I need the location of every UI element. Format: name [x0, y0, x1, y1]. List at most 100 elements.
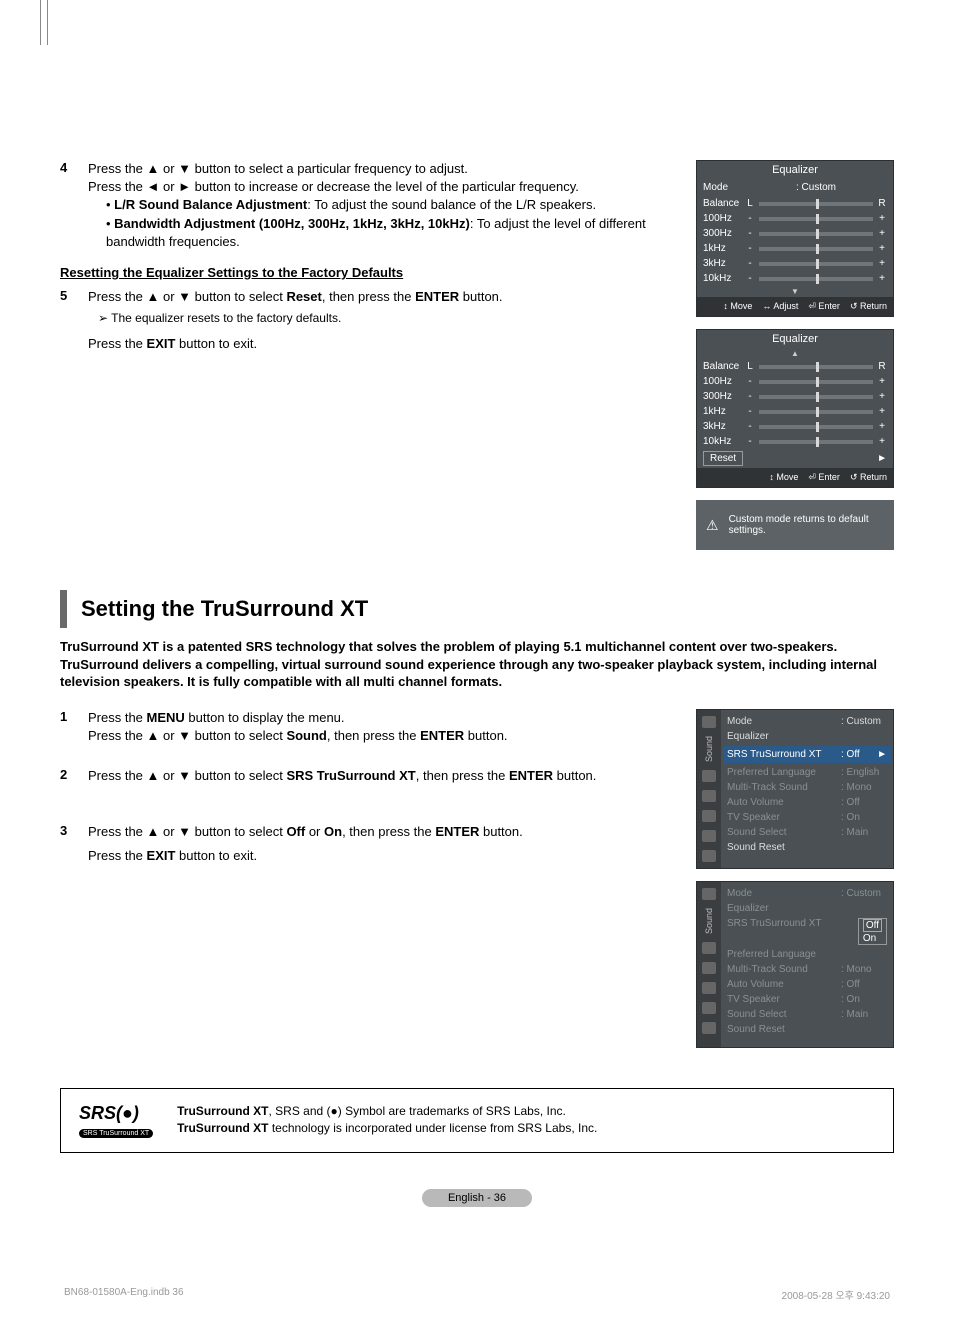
step-number: 1	[60, 709, 88, 745]
menu-item-label[interactable]: Mode	[727, 888, 841, 899]
menu-icon	[702, 1022, 716, 1034]
page-number-pill: English - 36	[422, 1189, 532, 1207]
osd-reset-button[interactable]: Reset	[703, 451, 743, 466]
bullet-bold: Bandwidth Adjustment (100Hz, 300Hz, 1kHz…	[114, 216, 470, 231]
menu-icon	[702, 942, 716, 954]
step-bold: ENTER	[435, 824, 479, 839]
menu-icon	[702, 810, 716, 822]
menu-item-value: : Mono	[841, 782, 887, 793]
menu-icon	[702, 962, 716, 974]
step-text: Press the ◄ or ► button to increase or d…	[88, 178, 676, 196]
step-bold: Sound	[286, 728, 326, 743]
menu-item-label[interactable]: SRS TruSurround XT	[727, 749, 841, 760]
step-text: button to exit.	[175, 848, 257, 863]
osd-slider[interactable]	[759, 395, 873, 399]
osd-row-left: -	[745, 243, 755, 254]
osd-row-right: +	[877, 391, 887, 402]
menu-icon	[702, 716, 716, 728]
menu-item-label[interactable]: Preferred Language	[727, 767, 841, 778]
menu-item-label[interactable]: TV Speaker	[727, 994, 841, 1005]
osd-footer-enter: ⏎ Enter	[808, 472, 840, 483]
osd-row-right: +	[877, 406, 887, 417]
menu-icon	[702, 888, 716, 900]
step-text: button.	[464, 728, 507, 743]
osd-slider[interactable]	[759, 232, 873, 236]
srs-text: technology is incorporated under license…	[268, 1121, 597, 1135]
osd-slider[interactable]	[759, 365, 873, 369]
warning-icon: ⚠	[706, 517, 719, 534]
step-text: Press the ▲ or ▼ button to select	[88, 768, 286, 783]
osd-slider[interactable]	[759, 202, 873, 206]
menu-icon	[702, 830, 716, 842]
menu-item-value: : English	[841, 767, 887, 778]
menu-item-label[interactable]: Preferred Language	[727, 949, 887, 960]
osd-row-right: +	[877, 228, 887, 239]
step-bold: MENU	[147, 710, 185, 725]
title-accent-bar	[60, 590, 67, 628]
page-crop-mark	[40, 0, 48, 45]
osd-sound-menu-1: Sound Mode: Custom Equalizer SRS TruSurr…	[696, 709, 894, 869]
step-text: , then press the	[322, 289, 415, 304]
menu-icon	[702, 982, 716, 994]
step-number: 3	[60, 823, 88, 865]
osd-row-left: -	[745, 406, 755, 417]
osd-slider[interactable]	[759, 247, 873, 251]
osd-slider[interactable]	[759, 410, 873, 414]
note-text: The equalizer resets to the factory defa…	[111, 311, 341, 325]
menu-icon	[702, 770, 716, 782]
section-title: Setting the TruSurround XT	[81, 590, 368, 628]
menu-item-value: : Main	[841, 1009, 887, 1020]
osd-row-left: L	[745, 198, 755, 209]
step-text: Press the ▲ or ▼ button to select	[88, 289, 286, 304]
srs-logo: SRS(●)	[79, 1103, 153, 1124]
step-text: Press the ▲ or ▼ button to select	[88, 824, 286, 839]
menu-item-label[interactable]: SRS TruSurround XT	[727, 918, 854, 945]
osd-row-right: +	[877, 243, 887, 254]
menu-item-label[interactable]: Auto Volume	[727, 979, 841, 990]
osd-alert-text: Custom mode returns to default settings.	[729, 514, 884, 536]
osd-slider[interactable]	[759, 380, 873, 384]
menu-item-label[interactable]: Equalizer	[727, 903, 887, 914]
step-text: , then press the	[416, 768, 509, 783]
osd-row-right: +	[877, 258, 887, 269]
menu-item-label[interactable]: Mode	[727, 716, 841, 727]
menu-item-label[interactable]: TV Speaker	[727, 812, 841, 823]
bullet-bold: L/R Sound Balance Adjustment	[114, 197, 307, 212]
osd-row-right: +	[877, 376, 887, 387]
section-heading-reset: Resetting the Equalizer Settings to the …	[60, 265, 676, 280]
osd-slider[interactable]	[759, 277, 873, 281]
osd-slider[interactable]	[759, 217, 873, 221]
menu-item-label[interactable]: Sound Select	[727, 1009, 841, 1020]
step-text: button to display the menu.	[185, 710, 345, 725]
menu-icon	[702, 790, 716, 802]
section-intro: TruSurround XT is a patented SRS technol…	[60, 638, 894, 691]
menu-item-label[interactable]: Sound Reset	[727, 1024, 887, 1035]
osd-row-left: -	[745, 391, 755, 402]
osd-row-left: -	[745, 273, 755, 284]
menu-item-label[interactable]: Auto Volume	[727, 797, 841, 808]
menu-item-arrow-icon: ►	[877, 749, 887, 760]
osd-mode-label: Mode	[703, 182, 745, 193]
bullet-text: : To adjust the sound balance of the L/R…	[307, 197, 596, 212]
step-bold: EXIT	[147, 336, 176, 351]
osd-slider[interactable]	[759, 440, 873, 444]
osd-equalizer-1: Equalizer Mode: Custom BalanceLR 100Hz-+…	[696, 160, 894, 317]
osd-footer-enter: ⏎ Enter	[808, 301, 840, 312]
menu-popup-item[interactable]: Off	[863, 919, 882, 932]
menu-item-label[interactable]: Multi-Track Sound	[727, 782, 841, 793]
menu-item-label[interactable]: Equalizer	[727, 731, 887, 742]
step-bold: ENTER	[420, 728, 464, 743]
menu-item-value: : Main	[841, 827, 887, 838]
menu-side-label: Sound	[704, 908, 714, 934]
menu-item-label[interactable]: Sound Select	[727, 827, 841, 838]
menu-item-label[interactable]: Multi-Track Sound	[727, 964, 841, 975]
osd-row-left: L	[745, 361, 755, 372]
osd-title: Equalizer	[697, 161, 893, 179]
menu-popup-item[interactable]: On	[863, 933, 882, 944]
osd-alert: ⚠ Custom mode returns to default setting…	[696, 500, 894, 550]
print-footer-right: 2008-05-28 오후 9:43:20	[782, 1287, 890, 1302]
osd-mode-value: : Custom	[745, 182, 887, 193]
osd-slider[interactable]	[759, 262, 873, 266]
menu-item-label[interactable]: Sound Reset	[727, 842, 887, 853]
osd-slider[interactable]	[759, 425, 873, 429]
